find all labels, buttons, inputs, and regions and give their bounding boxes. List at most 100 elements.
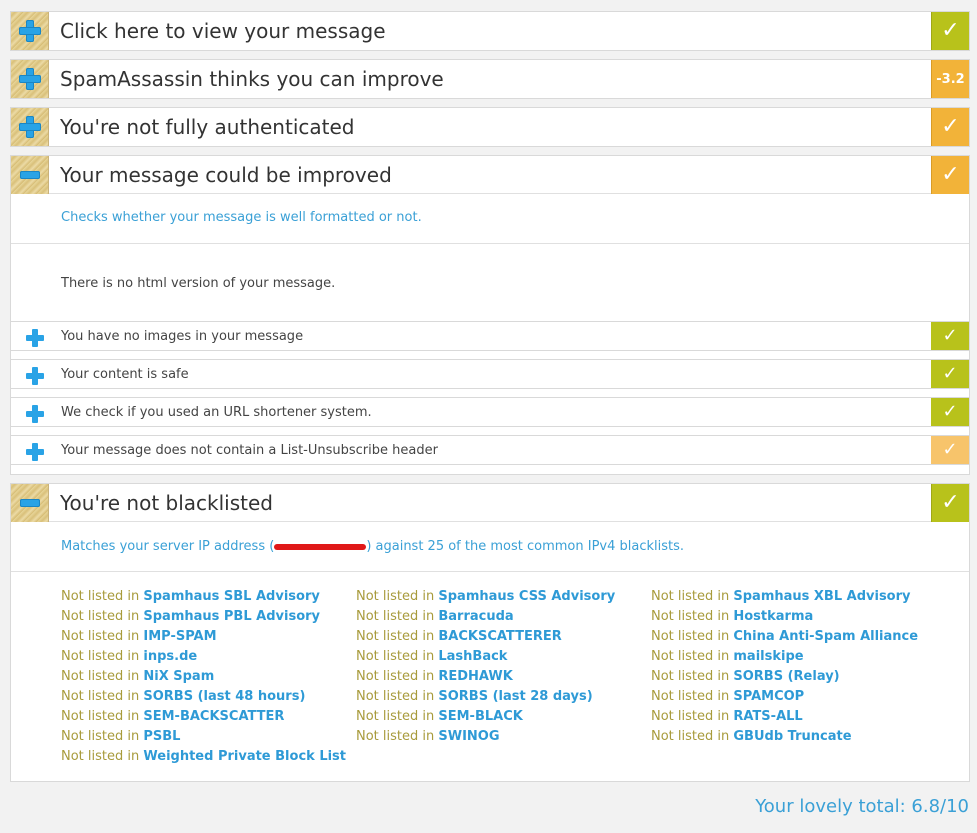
blacklist-link[interactable]: PSBL xyxy=(143,729,180,744)
status-badge: ✓ xyxy=(931,322,969,350)
total-score: Your lovely total: 6.8/10 xyxy=(755,796,969,817)
not-listed-label: Not listed in xyxy=(356,729,439,744)
blacklist-entry: Not listed in Spamhaus PBL Advisory xyxy=(61,609,320,624)
plus-icon[interactable] xyxy=(26,367,44,385)
section-header[interactable]: Your message could be improved ✓ xyxy=(11,156,969,194)
blacklist-entry: Not listed in GBUdb Truncate xyxy=(651,729,852,744)
check-icon: ✓ xyxy=(942,439,958,460)
blacklist-link[interactable]: RATS-ALL xyxy=(733,709,802,724)
subcheck-row[interactable]: We check if you used an URL shortener sy… xyxy=(11,397,969,427)
subcheck-row[interactable]: Your message does not contain a List-Uns… xyxy=(11,435,969,465)
blacklist-link[interactable]: BACKSCATTERER xyxy=(438,629,561,644)
description-end: ) against 25 of the most common IPv4 bla… xyxy=(366,539,685,554)
not-listed-label: Not listed in xyxy=(61,749,144,764)
blacklist-entry: Not listed in PSBL xyxy=(61,729,180,744)
not-listed-label: Not listed in xyxy=(651,689,734,704)
blacklist-entry: Not listed in IMP-SPAM xyxy=(61,629,217,644)
blacklist-link[interactable]: Spamhaus XBL Advisory xyxy=(733,589,910,604)
blacklist-link[interactable]: Barracuda xyxy=(438,609,513,624)
blacklist-link[interactable]: SORBS (Relay) xyxy=(733,669,839,684)
section-title: Your message could be improved xyxy=(60,163,392,187)
blacklist-link[interactable]: GBUdb Truncate xyxy=(733,729,851,744)
minus-icon xyxy=(19,171,40,179)
blacklist-link[interactable]: SEM-BLACK xyxy=(438,709,522,724)
not-listed-label: Not listed in xyxy=(651,729,734,744)
expand-toggle[interactable] xyxy=(11,12,49,50)
section-view-message[interactable]: Click here to view your message ✓ xyxy=(10,11,970,51)
blacklist-link[interactable]: Spamhaus CSS Advisory xyxy=(438,589,615,604)
subcheck-label: We check if you used an URL shortener sy… xyxy=(61,405,372,420)
blacklist-link[interactable]: SEM-BACKSCATTER xyxy=(143,709,284,724)
subcheck-row[interactable]: You have no images in your message ✓ xyxy=(11,321,969,351)
section-title: You're not fully authenticated xyxy=(60,115,355,139)
blacklist-link[interactable]: SORBS (last 28 days) xyxy=(438,689,592,704)
collapse-toggle[interactable] xyxy=(11,156,49,194)
check-icon: ✓ xyxy=(941,162,960,187)
section-title: Click here to view your message xyxy=(60,19,386,43)
blacklist-link[interactable]: Spamhaus PBL Advisory xyxy=(143,609,320,624)
blacklist-description: Matches your server IP address () agains… xyxy=(61,539,684,554)
not-listed-label: Not listed in xyxy=(356,649,439,664)
blacklist-entry: Not listed in SORBS (last 48 hours) xyxy=(61,689,305,704)
expand-toggle[interactable] xyxy=(11,60,49,98)
blacklist-link[interactable]: inps.de xyxy=(143,649,197,664)
section-title: SpamAssassin thinks you can improve xyxy=(60,67,444,91)
blacklist-link[interactable]: REDHAWK xyxy=(438,669,512,684)
blacklist-entry: Not listed in SORBS (Relay) xyxy=(651,669,840,684)
not-listed-label: Not listed in xyxy=(356,629,439,644)
section-authentication[interactable]: You're not fully authenticated ✓ xyxy=(10,107,970,147)
collapse-toggle[interactable] xyxy=(11,484,49,522)
blacklist-entry: Not listed in SEM-BLACK xyxy=(356,709,523,724)
plus-icon[interactable] xyxy=(26,405,44,423)
blacklist-link[interactable]: Hostkarma xyxy=(733,609,813,624)
blacklist-entry: Not listed in Spamhaus SBL Advisory xyxy=(61,589,320,604)
status-badge: ✓ xyxy=(931,156,969,194)
blacklist-entry: Not listed in Hostkarma xyxy=(651,609,813,624)
expand-toggle[interactable] xyxy=(11,108,49,146)
status-badge: ✓ xyxy=(931,436,969,464)
minus-icon xyxy=(19,499,40,507)
section-header[interactable]: You're not fully authenticated ✓ xyxy=(11,108,969,146)
not-listed-label: Not listed in xyxy=(651,709,734,724)
redacted-ip xyxy=(274,543,367,550)
plus-icon[interactable] xyxy=(26,329,44,347)
blacklist-link[interactable]: mailskipe xyxy=(733,649,803,664)
section-message-improved: Your message could be improved ✓ Checks … xyxy=(10,155,970,475)
subcheck-label: You have no images in your message xyxy=(61,329,304,344)
section-spamassassin[interactable]: SpamAssassin thinks you can improve -3.2 xyxy=(10,59,970,99)
not-listed-label: Not listed in xyxy=(651,629,734,644)
status-badge: ✓ xyxy=(931,398,969,426)
blacklist-entry: Not listed in BACKSCATTERER xyxy=(356,629,562,644)
blacklist-entry: Not listed in Weighted Private Block Lis… xyxy=(61,749,346,764)
blacklist-link[interactable]: Spamhaus SBL Advisory xyxy=(143,589,319,604)
blacklist-entry: Not listed in Spamhaus CSS Advisory xyxy=(356,589,615,604)
check-icon: ✓ xyxy=(941,18,960,43)
plus-icon xyxy=(18,115,42,139)
section-header[interactable]: You're not blacklisted ✓ xyxy=(11,484,969,522)
blacklist-link[interactable]: LashBack xyxy=(438,649,507,664)
check-icon: ✓ xyxy=(942,401,958,422)
divider xyxy=(11,243,969,244)
check-icon: ✓ xyxy=(942,363,958,384)
blacklist-link[interactable]: NiX Spam xyxy=(143,669,214,684)
blacklist-link[interactable]: SWINOG xyxy=(438,729,499,744)
subcheck-row[interactable]: Your content is safe ✓ xyxy=(11,359,969,389)
blacklist-link[interactable]: Weighted Private Block List xyxy=(143,749,346,764)
plus-icon[interactable] xyxy=(26,443,44,461)
blacklist-entry: Not listed in SORBS (last 28 days) xyxy=(356,689,593,704)
blacklist-link[interactable]: China Anti-Spam Alliance xyxy=(733,629,918,644)
blacklist-link[interactable]: SPAMCOP xyxy=(733,689,804,704)
blacklist-link[interactable]: SORBS (last 48 hours) xyxy=(143,689,305,704)
blacklist-entry: Not listed in REDHAWK xyxy=(356,669,513,684)
status-badge: ✓ xyxy=(931,360,969,388)
not-listed-label: Not listed in xyxy=(356,709,439,724)
section-header[interactable]: Click here to view your message ✓ xyxy=(11,12,969,50)
blacklist-entry: Not listed in SEM-BACKSCATTER xyxy=(61,709,284,724)
blacklist-entry: Not listed in LashBack xyxy=(356,649,507,664)
blacklist-link[interactable]: IMP-SPAM xyxy=(143,629,216,644)
section-header[interactable]: SpamAssassin thinks you can improve -3.2 xyxy=(11,60,969,98)
blacklist-entry: Not listed in Barracuda xyxy=(356,609,514,624)
not-listed-label: Not listed in xyxy=(61,669,144,684)
section-description: Checks whether your message is well form… xyxy=(61,210,422,225)
not-listed-label: Not listed in xyxy=(61,649,144,664)
